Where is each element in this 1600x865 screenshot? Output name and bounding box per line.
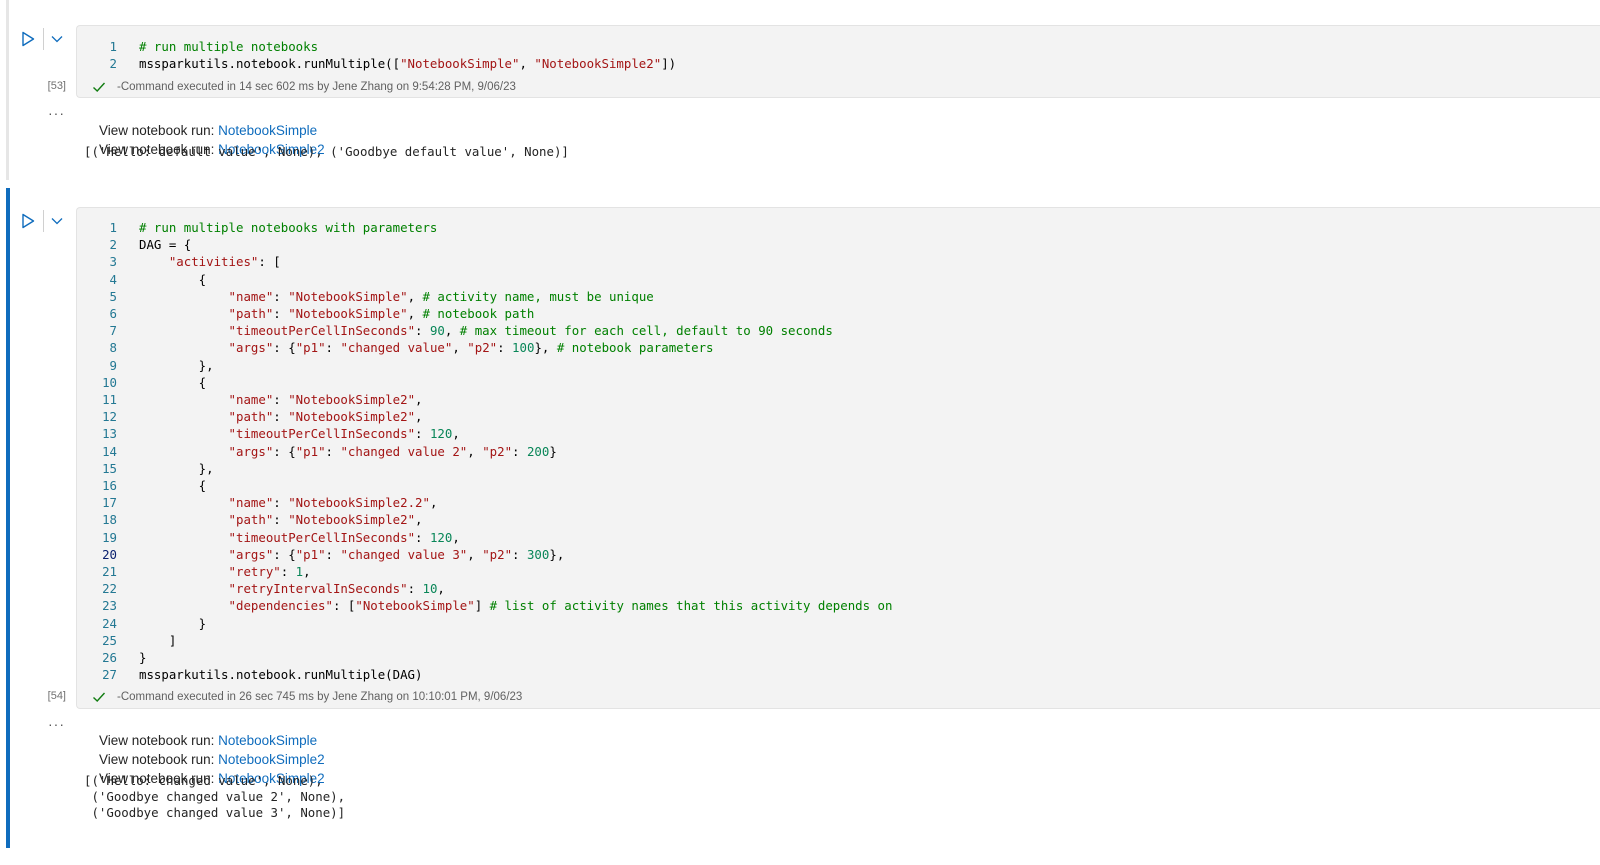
line-number: 19 bbox=[102, 529, 117, 545]
line-number: 1 bbox=[109, 220, 117, 235]
line-number: 12 bbox=[102, 409, 117, 425]
line-number: 8 bbox=[109, 340, 117, 356]
line-number: 5 bbox=[109, 288, 117, 304]
line-number: 26 bbox=[102, 650, 117, 665]
line-number: 13 bbox=[102, 426, 117, 442]
code-text: "retry": 1, bbox=[228, 564, 311, 579]
line-number: 23 bbox=[102, 598, 117, 614]
checkmark-icon bbox=[93, 692, 106, 702]
code-text: "activities": [ bbox=[168, 254, 281, 270]
line-number: 16 bbox=[102, 478, 117, 493]
line-number: 4 bbox=[109, 271, 117, 287]
play-icon bbox=[22, 31, 35, 47]
code-text: ] bbox=[139, 632, 177, 648]
notebook-cell-2: 1 # run multiple notebooks with parameter… bbox=[0, 188, 1600, 865]
line-number: 11 bbox=[102, 392, 117, 407]
code-text: { bbox=[139, 374, 207, 390]
line-number: 2 bbox=[109, 56, 117, 72]
code-text: } bbox=[139, 615, 207, 631]
line-number: 22 bbox=[102, 581, 117, 597]
code-text: { bbox=[139, 271, 207, 287]
code-text: # run multiple notebooks bbox=[139, 39, 319, 54]
cell-2-output-more-button[interactable]: ··· bbox=[48, 716, 65, 732]
code-text: "path": "NotebookSimple2", bbox=[228, 512, 423, 528]
cell-1-output-more-button[interactable]: ··· bbox=[48, 105, 65, 121]
cell-1-gutter-bar bbox=[6, 0, 9, 180]
cell-2-execution-count: [54] bbox=[47, 690, 66, 702]
chevron-down-icon bbox=[51, 218, 63, 225]
line-number: 7 bbox=[109, 323, 117, 339]
cell-1-output-result: [('Hello: default value', None), ('Goodb… bbox=[84, 144, 569, 159]
code-text: # run multiple notebooks with parameters bbox=[139, 220, 438, 235]
collapse-cell-1-button[interactable] bbox=[48, 30, 66, 48]
line-number: 2 bbox=[109, 237, 117, 253]
code-text: mssparkutils.notebook.runMultiple(["Note… bbox=[139, 56, 677, 72]
cell-1-status: -Command executed in 14 sec 602 ms by Je… bbox=[91, 78, 516, 96]
code-text: "name": "NotebookSimple2.2", bbox=[228, 495, 438, 511]
code-text: "path": "NotebookSimple2", bbox=[228, 409, 423, 425]
cell-2-status: -Command executed in 26 sec 745 ms by Je… bbox=[91, 688, 522, 706]
run-cell-1-button[interactable] bbox=[18, 29, 38, 49]
code-text: "retryIntervalInSeconds": 10, bbox=[228, 581, 445, 597]
line-number: 27 bbox=[102, 667, 117, 683]
chevron-down-icon bbox=[51, 36, 63, 43]
play-icon bbox=[22, 213, 35, 229]
cell-2-status-text: -Command executed in 26 sec 745 ms by Je… bbox=[117, 691, 523, 703]
checkmark-icon bbox=[93, 82, 106, 92]
code-text: "timeoutPerCellInSeconds": 120, bbox=[228, 426, 460, 442]
code-text: }, bbox=[139, 357, 214, 373]
cell-2-code-editor[interactable]: 1 # run multiple notebooks with parameter… bbox=[76, 207, 1600, 709]
cell-1-code-editor[interactable]: 1 # run multiple notebooks 2 mssparkutils.n… bbox=[76, 25, 1600, 98]
code-text: "path": "NotebookSimple", # notebook pat… bbox=[228, 306, 535, 321]
code-text: "args": {"p1": "changed value 3", "p2": … bbox=[228, 546, 565, 562]
line-number: 15 bbox=[102, 460, 117, 476]
code-text: DAG = { bbox=[139, 237, 192, 253]
code-text: } bbox=[139, 650, 147, 665]
line-number: 20 bbox=[102, 546, 117, 562]
code-text: "timeoutPerCellInSeconds": 90, # max tim… bbox=[228, 323, 833, 339]
line-number: 9 bbox=[109, 357, 117, 373]
code-text: "name": "NotebookSimple", # activity nam… bbox=[228, 288, 654, 304]
more-dots-icon: ··· bbox=[48, 716, 65, 732]
cell-2-active-bar bbox=[6, 188, 10, 848]
more-dots-icon: ··· bbox=[48, 105, 65, 121]
line-number: 14 bbox=[102, 443, 117, 459]
line-number: 10 bbox=[102, 374, 117, 390]
cell-1-execution-count: [53] bbox=[47, 80, 66, 92]
code-text: "timeoutPerCellInSeconds": 120, bbox=[228, 529, 460, 545]
code-text: mssparkutils.notebook.runMultiple(DAG) bbox=[139, 667, 423, 683]
cell-2-toolbar-separator bbox=[43, 210, 44, 232]
line-number: 21 bbox=[102, 564, 117, 579]
line-number: 24 bbox=[102, 615, 117, 631]
code-text: }, bbox=[139, 460, 214, 476]
run-cell-2-button[interactable] bbox=[18, 211, 38, 231]
line-number: 18 bbox=[102, 512, 117, 528]
code-text: { bbox=[139, 478, 207, 493]
code-text: "args": {"p1": "changed value 2", "p2": … bbox=[228, 443, 557, 459]
code-text: "name": "NotebookSimple2", bbox=[228, 392, 423, 407]
line-number: 3 bbox=[109, 254, 117, 270]
code-text: "args": {"p1": "changed value", "p2": 10… bbox=[228, 340, 714, 356]
line-number: 25 bbox=[102, 632, 117, 648]
line-number: 17 bbox=[102, 495, 117, 511]
code-text: "dependencies": ["NotebookSimple"] # lis… bbox=[228, 598, 893, 614]
cell-2-output-result: [('Hello: changed value', None), ('Goodb… bbox=[84, 773, 346, 820]
cell-1-status-text: -Command executed in 14 sec 602 ms by Je… bbox=[117, 81, 516, 93]
line-number: 6 bbox=[109, 306, 117, 321]
notebook-cell-1: 1 # run multiple notebooks 2 mssparkutils.n… bbox=[0, 0, 1600, 180]
collapse-cell-2-button[interactable] bbox=[48, 212, 66, 230]
cell-1-toolbar-separator bbox=[43, 28, 44, 50]
line-number: 1 bbox=[109, 39, 117, 54]
